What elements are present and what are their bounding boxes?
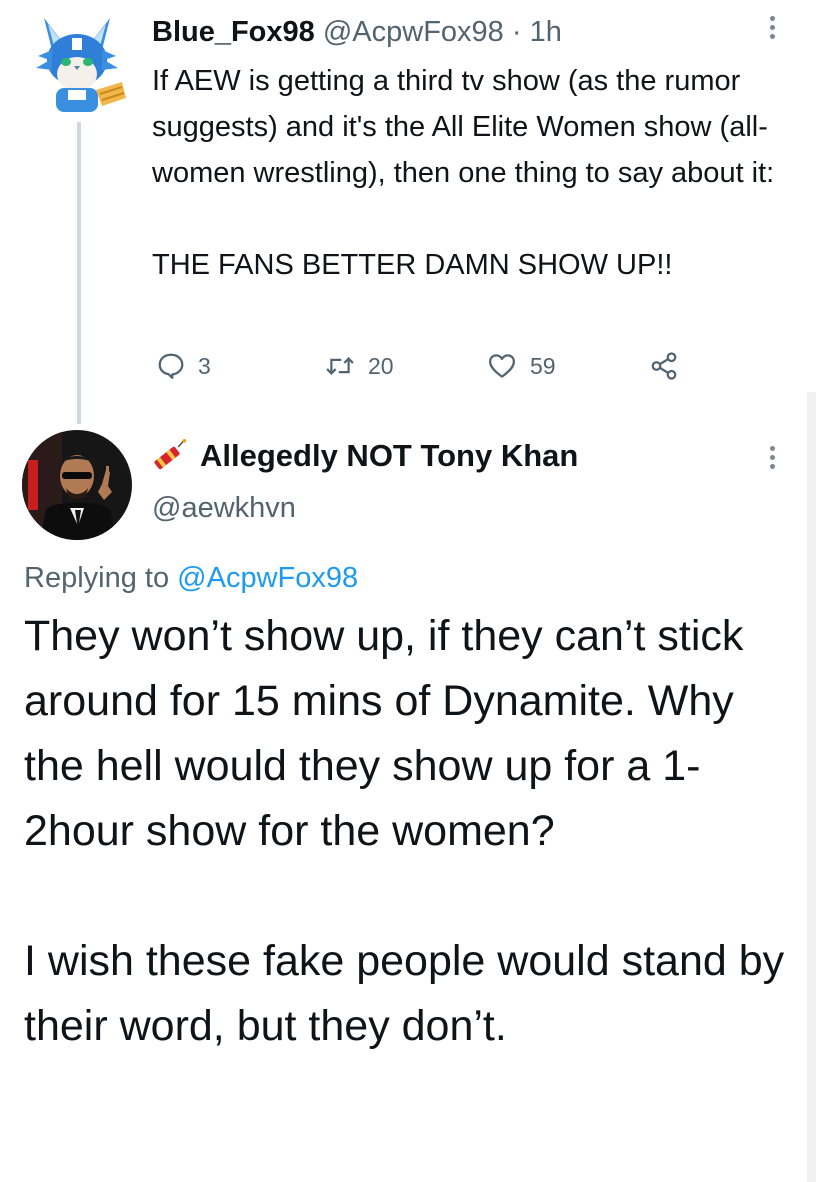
like-count: 59 bbox=[530, 352, 556, 379]
retweet-count: 20 bbox=[368, 352, 394, 379]
replying-mention-link[interactable]: @AcpwFox98 bbox=[177, 562, 358, 594]
share-button[interactable] bbox=[648, 346, 680, 386]
more-vertical-icon[interactable] bbox=[762, 446, 782, 476]
display-name[interactable]: Allegedly NOT Tony Khan bbox=[200, 438, 578, 474]
firecracker-icon bbox=[154, 439, 187, 470]
tweet-text: They won’t show up, if they can’t stick … bbox=[24, 612, 785, 1050]
blue-fox-avatar[interactable] bbox=[22, 10, 134, 122]
replying-label: Replying to bbox=[24, 562, 170, 594]
more-vertical-icon[interactable] bbox=[762, 16, 782, 46]
timestamp[interactable]: 1h bbox=[530, 16, 562, 48]
reply-icon bbox=[158, 353, 184, 379]
replying-to-line: Replying to @AcpwFox98 bbox=[24, 562, 358, 595]
retweet-button[interactable]: 20 bbox=[324, 346, 394, 386]
reply-button[interactable]: 3 bbox=[156, 346, 211, 386]
tweet-header: Blue_Fox98 @AcpwFox98 · 1h bbox=[152, 14, 562, 50]
display-name-row[interactable]: Allegedly NOT Tony Khan bbox=[150, 438, 578, 474]
reply-count: 3 bbox=[198, 352, 211, 379]
scrollbar-track[interactable] bbox=[807, 392, 816, 1182]
user-photo-avatar[interactable] bbox=[22, 430, 132, 540]
display-name[interactable]: Blue_Fox98 bbox=[152, 16, 315, 48]
heart-icon bbox=[489, 354, 515, 378]
user-handle[interactable]: @AcpwFox98 bbox=[323, 16, 504, 48]
retweet-icon bbox=[326, 357, 354, 375]
share-icon bbox=[651, 352, 677, 380]
tweet-actions-bar: 3 20 59 bbox=[152, 346, 712, 386]
tweet-text: If AEW is getting a third tv show (as th… bbox=[152, 65, 775, 281]
user-handle[interactable]: @aewkhvn bbox=[152, 492, 296, 525]
thread-connector-line bbox=[77, 122, 81, 424]
like-button[interactable]: 59 bbox=[486, 346, 556, 386]
separator-dot: · bbox=[511, 16, 522, 48]
